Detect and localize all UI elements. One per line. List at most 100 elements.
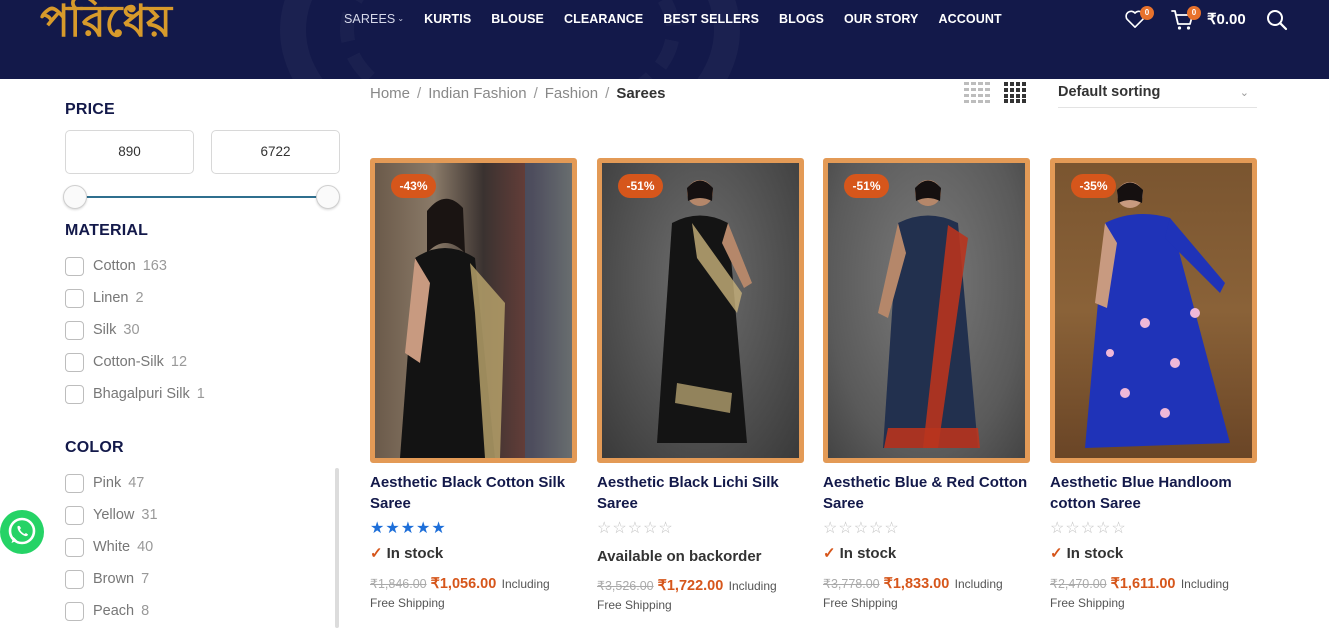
color-option-peach[interactable]: Peach 8 bbox=[65, 595, 158, 627]
nav-item-kurtis[interactable]: KURTIS bbox=[424, 12, 471, 26]
checkbox[interactable] bbox=[65, 601, 84, 621]
price-row: ₹1,846.00 ₹1,056.00 Including bbox=[370, 573, 577, 595]
price-max-field[interactable]: 6722 bbox=[211, 130, 340, 174]
checkbox[interactable] bbox=[65, 256, 84, 276]
material-option-linen[interactable]: Linen 2 bbox=[65, 282, 205, 314]
nav-item-clearance[interactable]: CLEARANCE bbox=[564, 12, 643, 26]
nav-item-best-sellers[interactable]: BEST SELLERS bbox=[663, 12, 759, 26]
rating-stars: ☆☆☆☆☆ bbox=[597, 520, 674, 537]
sale-price: ₹1,833.00 bbox=[883, 576, 950, 592]
old-price: ₹3,778.00 bbox=[823, 577, 880, 591]
nav-item-our-story[interactable]: OUR STORY bbox=[844, 12, 919, 26]
product-title[interactable]: Aesthetic Black Cotton Silk Saree bbox=[370, 472, 577, 514]
color-filter-title: COLOR bbox=[65, 439, 124, 456]
product-title[interactable]: Aesthetic Blue & Red Cotton Saree bbox=[823, 472, 1030, 514]
option-label: Peach bbox=[93, 603, 135, 619]
discount-badge: -35% bbox=[1071, 174, 1116, 198]
stock-text: In stock bbox=[839, 545, 897, 562]
product-title[interactable]: Aesthetic Black Lichi Silk Saree bbox=[597, 472, 804, 514]
checkbox[interactable] bbox=[65, 288, 84, 308]
breadcrumb-current: Sarees bbox=[616, 85, 666, 102]
option-count: 30 bbox=[123, 322, 140, 338]
option-count: 40 bbox=[137, 539, 154, 555]
nav-item-blouse[interactable]: BLOUSE bbox=[491, 12, 544, 26]
sale-price: ₹1,611.00 bbox=[1110, 576, 1176, 592]
price-slider-max-handle[interactable] bbox=[316, 185, 340, 209]
search-button[interactable] bbox=[1266, 9, 1288, 36]
sale-price: ₹1,056.00 bbox=[430, 576, 497, 592]
option-count: 1 bbox=[196, 386, 205, 402]
whatsapp-button[interactable] bbox=[0, 510, 44, 554]
nav-item-sarees[interactable]: SAREES ⌄ bbox=[344, 12, 404, 26]
price-row: ₹3,778.00 ₹1,833.00 Including bbox=[823, 573, 1030, 595]
nav-item-account[interactable]: ACCOUNT bbox=[939, 12, 1002, 26]
breadcrumb-fashion[interactable]: Fashion bbox=[545, 85, 598, 102]
product-title[interactable]: Aesthetic Blue Handloom cotton Saree bbox=[1050, 472, 1257, 514]
option-count: 163 bbox=[142, 258, 167, 274]
grid-view-4-button[interactable] bbox=[1004, 82, 1027, 108]
color-option-brown[interactable]: Brown 7 bbox=[65, 563, 158, 595]
price-including: Including bbox=[728, 579, 777, 593]
check-icon: ✓ bbox=[1050, 545, 1063, 562]
product-card: -51% Aesthetic Black Lichi Silk Saree ☆☆… bbox=[597, 158, 804, 613]
breadcrumb-indian-fashion[interactable]: Indian Fashion bbox=[428, 85, 526, 102]
material-option-cotton[interactable]: Cotton 163 bbox=[65, 250, 205, 282]
whatsapp-icon bbox=[8, 517, 36, 545]
stock-status: ✓ In stock bbox=[1050, 545, 1257, 563]
option-label: Pink bbox=[93, 475, 122, 491]
old-price: ₹1,846.00 bbox=[370, 577, 427, 591]
nav-item-blogs[interactable]: BLOGS bbox=[779, 12, 824, 26]
sort-select[interactable]: Default sorting ⌄ bbox=[1058, 84, 1257, 108]
shipping-note: Free Shipping bbox=[370, 596, 445, 610]
checkbox[interactable] bbox=[65, 473, 84, 493]
grid-view-3-button[interactable] bbox=[964, 82, 991, 108]
color-filter-list: Pink 47 Yellow 31 White 40 Brown 7 Peach 8 bbox=[65, 467, 158, 627]
option-label: Bhagalpuri Silk bbox=[93, 386, 190, 402]
color-option-yellow[interactable]: Yellow 31 bbox=[65, 499, 158, 531]
material-option-bhagalpuri-silk[interactable]: Bhagalpuri Silk 1 bbox=[65, 378, 205, 410]
main-nav: SAREES ⌄ KURTIS BLOUSE CLEARANCE BEST SEL… bbox=[344, 11, 1022, 27]
color-option-pink[interactable]: Pink 47 bbox=[65, 467, 158, 499]
cart-total[interactable]: ₹0.00 bbox=[1207, 10, 1246, 28]
option-count: 47 bbox=[128, 475, 145, 491]
sidebar-scrollbar[interactable] bbox=[335, 468, 339, 628]
option-count: 31 bbox=[141, 507, 158, 523]
wishlist-count-badge: 0 bbox=[1140, 6, 1154, 20]
checkbox[interactable] bbox=[65, 320, 84, 340]
shipping-note: Free Shipping bbox=[597, 598, 672, 612]
breadcrumb-home[interactable]: Home bbox=[370, 85, 410, 102]
material-option-cotton-silk[interactable]: Cotton-Silk 12 bbox=[65, 346, 205, 378]
option-count: 7 bbox=[141, 571, 150, 587]
price-slider-min-handle[interactable] bbox=[63, 185, 87, 209]
price-slider[interactable] bbox=[63, 184, 340, 210]
color-option-white[interactable]: White 40 bbox=[65, 531, 158, 563]
nav-item-label: SAREES bbox=[344, 12, 396, 26]
option-label: Yellow bbox=[93, 507, 135, 523]
product-image[interactable]: -35% bbox=[1050, 158, 1257, 463]
search-icon bbox=[1267, 10, 1288, 31]
material-filter-list: Cotton 163 Linen 2 Silk 30 Cotton-Silk 12 Bh… bbox=[65, 250, 205, 410]
checkbox[interactable] bbox=[65, 569, 84, 589]
old-price: ₹2,470.00 bbox=[1050, 577, 1107, 591]
checkbox[interactable] bbox=[65, 384, 84, 404]
option-label: Brown bbox=[93, 571, 135, 587]
checkbox[interactable] bbox=[65, 537, 84, 557]
option-label: Cotton-Silk bbox=[93, 354, 164, 370]
site-logo[interactable]: পরিধেয় bbox=[40, 0, 172, 50]
wishlist-button[interactable]: 0 bbox=[1124, 6, 1154, 34]
material-option-silk[interactable]: Silk 30 bbox=[65, 314, 205, 346]
product-card: -51% Aesthetic Blue & Red Cotton Saree ☆… bbox=[823, 158, 1030, 611]
breadcrumb: Home / Indian Fashion / Fashion / Sarees bbox=[370, 85, 666, 102]
sort-selected-value: Default sorting bbox=[1058, 84, 1161, 100]
site-header: পরিধেয় SAREES ⌄ KURTIS BLOUSE CLEARANCE … bbox=[0, 0, 1329, 79]
product-image[interactable]: -51% bbox=[597, 158, 804, 463]
product-image[interactable]: -43% bbox=[370, 158, 577, 463]
grid-3-icon bbox=[964, 82, 990, 103]
price-min-field[interactable]: 890 bbox=[65, 130, 194, 174]
checkbox[interactable] bbox=[65, 352, 84, 372]
product-image[interactable]: -51% bbox=[823, 158, 1030, 463]
checkbox[interactable] bbox=[65, 505, 84, 525]
cart-button[interactable]: 0 bbox=[1171, 6, 1201, 36]
option-label: White bbox=[93, 539, 131, 555]
price-range-inputs: 890 6722 bbox=[65, 130, 340, 174]
